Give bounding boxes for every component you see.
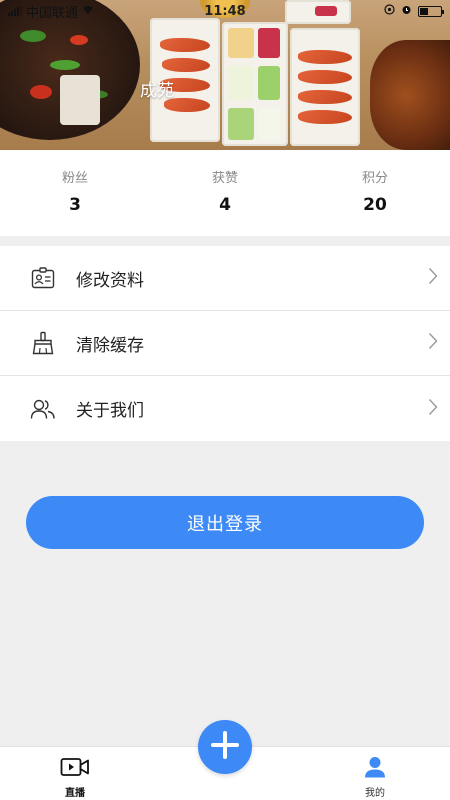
carrier-label: 中国联通 bbox=[26, 5, 79, 21]
stat-value: 20 bbox=[363, 195, 387, 215]
location-icon bbox=[384, 3, 395, 19]
id-card-icon bbox=[30, 265, 56, 291]
stat-value: 3 bbox=[69, 195, 81, 215]
menu-item-clear-cache[interactable]: 清除缓存 bbox=[0, 311, 450, 376]
photo-fried-food bbox=[370, 40, 450, 150]
photo-plate-center bbox=[222, 22, 288, 146]
menu-label: 清除缓存 bbox=[76, 335, 144, 356]
stat-value: 4 bbox=[219, 195, 231, 215]
wifi-icon bbox=[82, 4, 94, 19]
stat-label: 粉丝 bbox=[61, 171, 88, 186]
profile-header: 中国联通 11:48 成苑 bbox=[0, 0, 450, 150]
chevron-right-icon bbox=[428, 332, 438, 354]
user-icon bbox=[335, 753, 415, 781]
menu-item-about-us[interactable]: 关于我们 bbox=[0, 376, 450, 441]
stat-likes[interactable]: 获赞 4 bbox=[150, 150, 300, 236]
username[interactable]: 成苑 bbox=[140, 76, 174, 101]
signal-icon bbox=[8, 6, 22, 16]
status-time: 11:48 bbox=[204, 3, 246, 19]
status-bar: 中国联通 11:48 bbox=[0, 0, 450, 22]
users-icon bbox=[30, 396, 56, 422]
tab-live[interactable]: 直播 bbox=[35, 753, 115, 799]
tab-label: 直播 bbox=[65, 788, 85, 799]
chevron-right-icon bbox=[428, 267, 438, 289]
battery-icon bbox=[418, 5, 444, 17]
menu-label: 关于我们 bbox=[76, 401, 144, 421]
video-camera-icon bbox=[35, 753, 115, 781]
stat-label: 积分 bbox=[361, 171, 388, 186]
settings-menu: 修改资料 清除缓存 关于我们 bbox=[0, 246, 450, 441]
stat-fans[interactable]: 粉丝 3 bbox=[0, 150, 150, 236]
add-live-button[interactable] bbox=[198, 720, 252, 774]
menu-item-edit-profile[interactable]: 修改资料 bbox=[0, 246, 450, 311]
menu-label: 修改资料 bbox=[76, 270, 144, 291]
logout-button[interactable]: 退出登录 bbox=[26, 496, 424, 549]
alarm-icon bbox=[401, 4, 412, 19]
broom-icon bbox=[30, 330, 56, 356]
stats-panel: 粉丝 3 获赞 4 积分 20 bbox=[0, 150, 450, 236]
stat-label: 获赞 bbox=[211, 171, 238, 186]
tab-label: 我的 bbox=[365, 788, 385, 799]
stat-points[interactable]: 积分 20 bbox=[300, 150, 450, 236]
photo-plate-right bbox=[290, 28, 360, 146]
tab-mine[interactable]: 我的 bbox=[335, 753, 415, 799]
plus-icon bbox=[210, 730, 240, 764]
chevron-right-icon bbox=[428, 398, 438, 420]
